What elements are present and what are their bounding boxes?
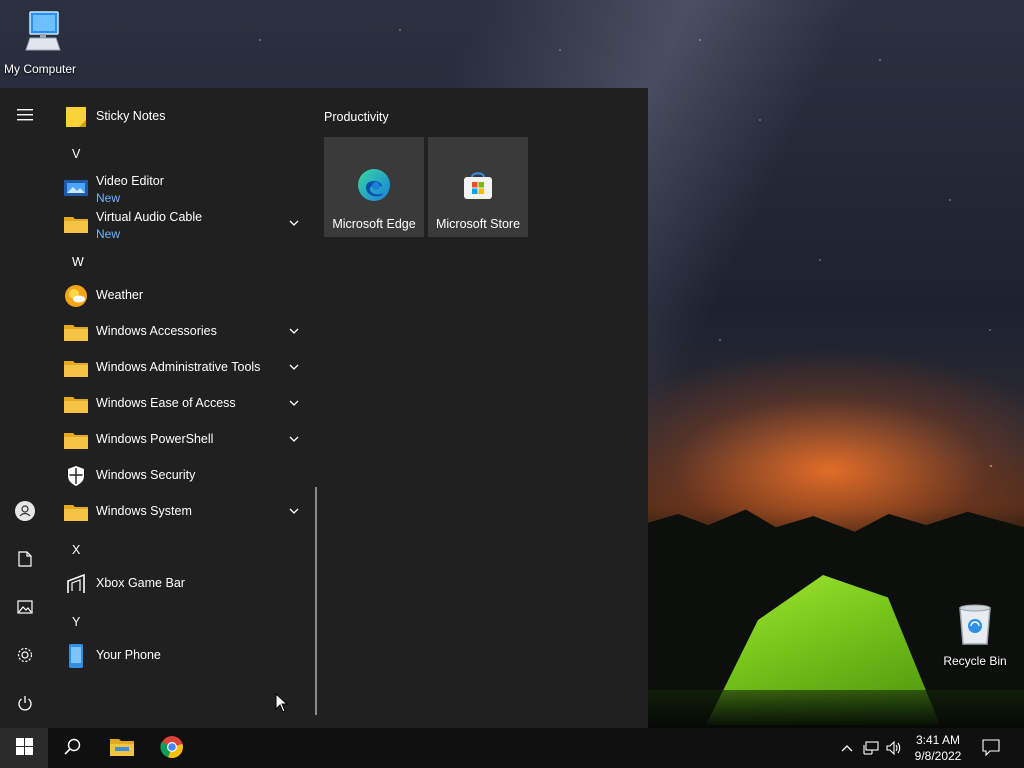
user-account-button[interactable] — [0, 492, 50, 532]
app-folder-windows-administrative-tools[interactable]: Windows Administrative Tools — [50, 350, 312, 386]
chevron-down-icon[interactable] — [288, 326, 300, 336]
app-label: Windows System — [96, 504, 192, 518]
shield-icon — [64, 465, 88, 487]
app-label: Windows PowerShell — [96, 432, 214, 446]
xbox-game-bar-icon — [64, 573, 88, 595]
file-explorer-button[interactable] — [98, 728, 146, 768]
tile-group-title[interactable]: Productivity — [324, 110, 389, 124]
app-label: Weather — [96, 288, 144, 302]
app-list: Sticky Notes V Video Editor New Virtual … — [50, 88, 312, 728]
folder-icon — [64, 213, 88, 235]
tile-label: Microsoft Edge — [332, 217, 416, 231]
app-label: Windows Ease of Access — [96, 396, 236, 410]
tile-label: Microsoft Store — [435, 217, 521, 231]
app-label: Virtual Audio Cable — [96, 210, 203, 224]
app-folder-virtual-audio-cable[interactable]: Virtual Audio Cable New — [50, 206, 312, 242]
volume-icon[interactable] — [885, 740, 903, 756]
app-label: Windows Administrative Tools — [96, 360, 261, 374]
chevron-down-icon[interactable] — [288, 506, 300, 516]
power-button[interactable] — [0, 684, 50, 724]
start-menu-rail — [0, 88, 50, 728]
letter-header-w[interactable]: W — [72, 255, 84, 269]
search-button[interactable] — [48, 728, 96, 768]
settings-gear-icon — [16, 646, 34, 667]
store-icon — [460, 167, 496, 206]
start-button[interactable] — [0, 728, 48, 768]
chevron-down-icon[interactable] — [288, 218, 300, 228]
clock-time: 3:41 AM — [915, 733, 961, 747]
new-badge: New — [96, 191, 121, 205]
pictures-icon — [17, 599, 33, 617]
folder-icon — [64, 393, 88, 415]
clock-date: 9/8/2022 — [914, 749, 962, 763]
app-your-phone[interactable]: Your Phone — [50, 638, 312, 674]
desktop-icon-label: My Computer — [3, 62, 77, 76]
recycle-bin-icon — [935, 600, 1015, 651]
folder-icon — [64, 321, 88, 343]
app-video-editor[interactable]: Video Editor New — [50, 170, 312, 206]
app-label: Sticky Notes — [96, 109, 166, 123]
documents-button[interactable] — [0, 540, 50, 580]
chevron-down-icon[interactable] — [288, 398, 300, 408]
network-icon[interactable] — [862, 740, 880, 756]
app-label: Video Editor — [96, 174, 164, 188]
taskbar: 3:41 AM 9/8/2022 — [0, 728, 1024, 768]
app-xbox-game-bar[interactable]: Xbox Game Bar — [50, 566, 312, 602]
weather-icon — [64, 285, 88, 307]
tile-microsoft-store[interactable]: Microsoft Store — [428, 137, 528, 237]
app-label: Windows Security — [96, 468, 196, 482]
folder-icon — [64, 429, 88, 451]
windows-logo-icon — [15, 738, 33, 758]
app-label: Windows Accessories — [96, 324, 217, 338]
app-folder-windows-system[interactable]: Windows System — [50, 494, 312, 530]
documents-icon — [18, 550, 32, 570]
chevron-down-icon[interactable] — [288, 434, 300, 444]
action-center-icon[interactable] — [982, 738, 1000, 756]
folder-icon — [110, 737, 134, 760]
app-folder-windows-powershell[interactable]: Windows PowerShell — [50, 422, 312, 458]
sticky-notes-icon — [64, 106, 88, 128]
desktop-icon-my-computer[interactable]: My Computer — [0, 8, 80, 76]
chrome-icon — [160, 735, 184, 762]
app-list-scrollbar[interactable] — [315, 487, 317, 715]
power-icon — [17, 695, 33, 714]
edge-icon — [356, 167, 392, 206]
video-editor-icon — [64, 177, 88, 199]
pictures-button[interactable] — [0, 588, 50, 628]
app-label: Your Phone — [96, 648, 161, 662]
app-label: Xbox Game Bar — [96, 576, 185, 590]
desktop-icon-label: Recycle Bin — [943, 654, 1007, 668]
user-account-icon — [15, 500, 35, 524]
start-menu: Sticky Notes V Video Editor New Virtual … — [0, 88, 648, 728]
hamburger-menu-icon — [17, 108, 33, 124]
app-windows-security[interactable]: Windows Security — [50, 458, 312, 494]
new-badge: New — [96, 227, 121, 241]
phone-icon — [64, 644, 88, 668]
taskbar-clock[interactable]: 3:41 AM 9/8/2022 — [906, 732, 970, 764]
app-weather[interactable]: Weather — [50, 278, 312, 314]
app-folder-windows-ease-of-access[interactable]: Windows Ease of Access — [50, 386, 312, 422]
settings-button[interactable] — [0, 636, 50, 676]
chevron-down-icon[interactable] — [288, 362, 300, 372]
tile-microsoft-edge[interactable]: Microsoft Edge — [324, 137, 424, 237]
letter-header-x[interactable]: X — [72, 543, 80, 557]
letter-header-y[interactable]: Y — [72, 615, 80, 629]
hamburger-menu-button[interactable] — [0, 96, 50, 136]
desktop-icon-recycle-bin[interactable]: Recycle Bin — [935, 600, 1015, 668]
computer-icon — [0, 8, 80, 59]
wallpaper-grass — [648, 690, 1024, 730]
app-sticky-notes[interactable]: Sticky Notes — [50, 99, 312, 135]
mouse-cursor-icon — [275, 693, 289, 713]
search-icon — [63, 738, 81, 758]
folder-icon — [64, 357, 88, 379]
chrome-button[interactable] — [148, 728, 196, 768]
chevron-up-icon[interactable] — [838, 740, 856, 756]
folder-icon — [64, 501, 88, 523]
app-folder-windows-accessories[interactable]: Windows Accessories — [50, 314, 312, 350]
letter-header-v[interactable]: V — [72, 147, 80, 161]
